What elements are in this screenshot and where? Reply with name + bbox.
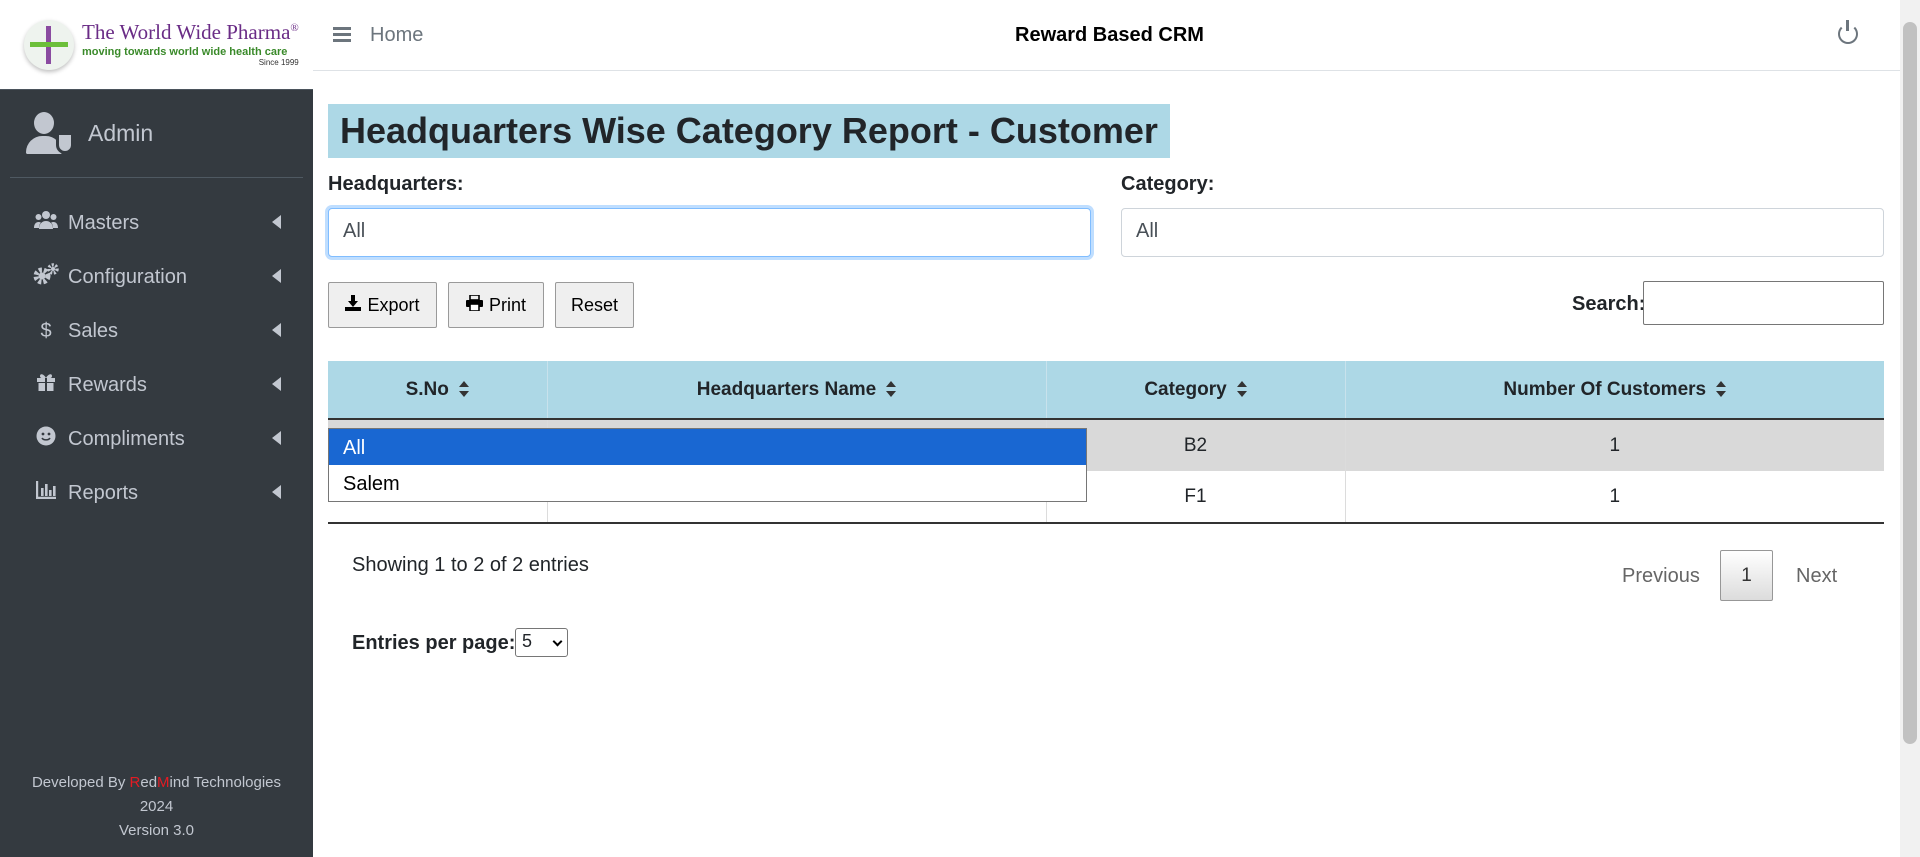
pharma-cross-icon	[24, 19, 74, 70]
footer-version: Version 3.0	[118, 822, 195, 839]
sidebar-item-label: Configuration	[68, 265, 187, 288]
scrollbar-thumb[interactable]	[1903, 22, 1917, 744]
sidebar-item-rewards[interactable]: Rewards	[10, 358, 303, 412]
users-icon	[32, 210, 60, 236]
headquarters-select[interactable]: All	[328, 208, 1091, 257]
page-title: Headquarters Wise Category Report - Cust…	[328, 104, 1170, 158]
sidebar-item-label: Sales	[68, 319, 119, 342]
headquarters-label: Headquarters:	[328, 173, 464, 195]
sidebar-item-label: Reports	[68, 481, 139, 504]
sidebar-item-label: Compliments	[68, 427, 185, 450]
column-header-headquarters-name[interactable]: Headquarters Name	[547, 361, 1047, 420]
chart-icon	[32, 481, 60, 505]
caret-left-icon	[272, 485, 281, 499]
home-link[interactable]: Home	[370, 24, 423, 47]
print-label: Print	[488, 294, 526, 315]
caret-left-icon	[272, 215, 281, 229]
column-header-category[interactable]: Category	[1046, 361, 1346, 420]
printer-icon	[465, 293, 483, 316]
reset-button[interactable]: Reset	[555, 282, 634, 328]
brand-since: Since 1999	[258, 58, 299, 67]
sort-icon	[886, 381, 897, 398]
table-info: Showing 1 to 2 of 2 entries	[352, 554, 589, 576]
sidebar-item-label: Masters	[68, 211, 140, 234]
smile-icon	[32, 426, 60, 452]
sidebar-item-compliments[interactable]: Compliments	[10, 412, 303, 466]
sort-icon	[458, 381, 469, 398]
gears-icon	[32, 263, 60, 291]
category-select[interactable]: All	[1121, 208, 1884, 257]
footer-year: 2024	[139, 798, 174, 815]
sidebar-item-label: Rewards	[68, 373, 147, 396]
entries-per-page-value: 5	[522, 631, 533, 651]
page-number-button[interactable]: 1	[1720, 550, 1773, 601]
caret-left-icon	[272, 269, 281, 283]
user-name: Admin	[88, 120, 154, 146]
next-page-button[interactable]: Next	[1796, 565, 1837, 588]
previous-page-button[interactable]: Previous	[1622, 565, 1700, 588]
headquarters-dropdown-list: All Salem	[328, 428, 1087, 502]
sidebar: The World Wide Pharma® moving towards wo…	[0, 0, 313, 857]
sidebar-item-reports[interactable]: Reports	[10, 466, 303, 520]
sort-icon	[1236, 381, 1247, 398]
entries-per-page-label: Entries per page:	[352, 632, 516, 654]
topbar: Home Reward Based CRM	[313, 0, 1900, 71]
sidebar-item-masters[interactable]: Masters	[10, 196, 303, 250]
cell-count: 1	[1345, 471, 1884, 524]
brand-name: The World Wide Pharma®	[82, 20, 299, 44]
sidebar-nav: Masters Configuration $ Sales Rewards Co…	[0, 196, 313, 520]
print-button[interactable]: Print	[448, 282, 544, 328]
entries-per-page-select[interactable]: 5	[515, 628, 568, 657]
user-shield-icon	[26, 111, 76, 156]
chevron-down-icon	[552, 636, 563, 647]
caret-left-icon	[272, 377, 281, 391]
download-icon	[345, 294, 362, 316]
dropdown-option-all[interactable]: All	[329, 429, 1086, 465]
search-label: Search:	[1572, 293, 1646, 315]
cell-category: B2	[1046, 419, 1346, 471]
table-header-row: S.No Headquarters Name Category Number O…	[328, 361, 1884, 420]
sidebar-item-configuration[interactable]: Configuration	[10, 250, 303, 304]
dollar-icon: $	[40, 319, 52, 342]
category-label: Category:	[1121, 173, 1215, 195]
column-header-sno[interactable]: S.No	[328, 361, 548, 420]
brand-logo[interactable]: The World Wide Pharma® moving towards wo…	[0, 0, 313, 90]
sidebar-item-sales[interactable]: $ Sales	[10, 304, 303, 358]
sort-icon	[1716, 381, 1727, 398]
user-panel[interactable]: Admin	[10, 90, 303, 178]
column-header-number-of-customers[interactable]: Number Of Customers	[1345, 361, 1884, 420]
brand-tagline: moving towards world wide health care	[82, 46, 288, 58]
gift-icon	[32, 372, 60, 398]
reset-label: Reset	[570, 294, 619, 315]
caret-left-icon	[272, 431, 281, 445]
caret-left-icon	[272, 323, 281, 337]
developer-credit: Developed By RedMind Technologies	[31, 774, 282, 791]
cell-category: F1	[1046, 471, 1346, 524]
app-title: Reward Based CRM	[1015, 24, 1204, 46]
sidebar-footer: Developed By RedMind Technologies 2024 V…	[0, 771, 313, 843]
search-input[interactable]	[1643, 281, 1884, 325]
export-label: Export	[367, 294, 420, 315]
dropdown-option-salem[interactable]: Salem	[329, 465, 1086, 501]
cell-count: 1	[1345, 419, 1884, 471]
power-logout-icon[interactable]	[1838, 20, 1858, 44]
page-scrollbar[interactable]	[1900, 0, 1920, 857]
hamburger-menu-icon[interactable]	[333, 27, 351, 42]
export-button[interactable]: Export	[328, 282, 437, 328]
